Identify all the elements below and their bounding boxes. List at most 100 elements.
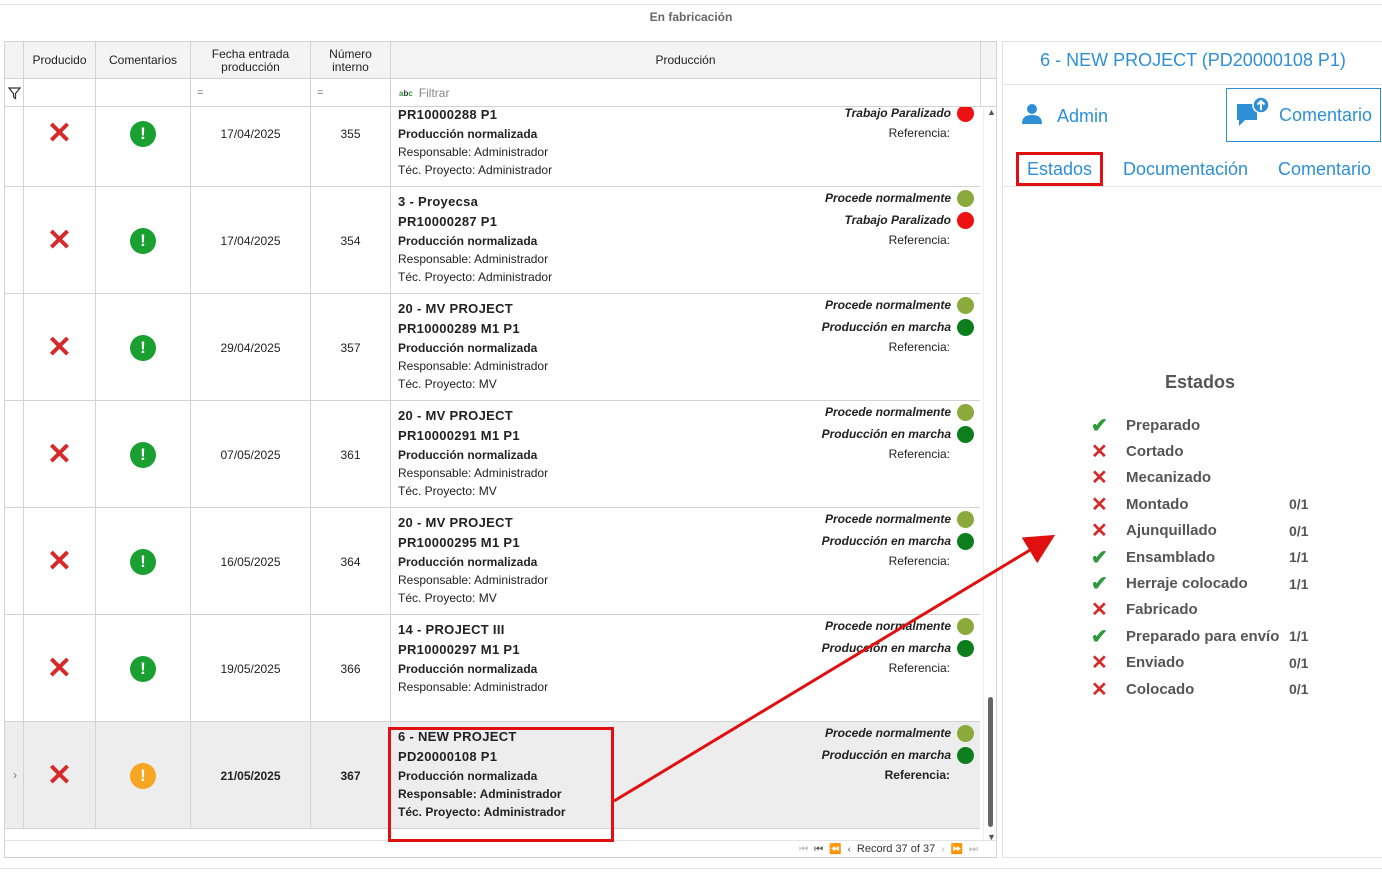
status-2-dot — [957, 639, 974, 657]
table-row[interactable]: ✕ ! 07/05/2025 361 20 - MV PROJECT PR100… — [5, 401, 980, 508]
table-row[interactable]: ✕ ! 17/04/2025 355 8 - A TAFONA PR100002… — [5, 107, 980, 187]
row-indicator[interactable] — [5, 508, 24, 615]
status-2-label: Producción en marcha — [821, 427, 951, 441]
cross-icon: ✕ — [1091, 441, 1108, 464]
project-status: Procede normalmente Trabajo Paralizado R… — [825, 107, 974, 142]
status-1-label: Procede normalmente — [824, 405, 951, 419]
comentarios-cell[interactable]: ! — [96, 615, 191, 722]
column-header-comentarios[interactable]: Comentarios — [96, 42, 191, 79]
row-indicator[interactable] — [5, 401, 24, 508]
pager-first-icon[interactable]: ⏮ — [799, 844, 808, 855]
estado-item: ✔ Preparado para envío 1/1 — [1091, 623, 1331, 649]
table-row[interactable]: ✕ ! 29/04/2025 357 20 - MV PROJECT PR100… — [5, 294, 980, 401]
produccion-cell[interactable]: 20 - MV PROJECT PR10000295 M1 P1 Producc… — [390, 508, 980, 615]
admin-user[interactable]: Admin — [1021, 92, 1108, 140]
tab-estados[interactable]: Estados — [1016, 152, 1104, 186]
status-2-dot — [957, 532, 974, 550]
cross-icon: ✕ — [1091, 493, 1108, 516]
comentarios-cell[interactable]: ! — [96, 722, 191, 829]
table-row[interactable]: ✕ ! 17/04/2025 354 3 - Proyecsa PR100002… — [5, 187, 980, 294]
ok-exclamation-icon[interactable]: ! — [130, 441, 156, 468]
produccion-cell[interactable]: 20 - MV PROJECT PR10000291 M1 P1 Producc… — [390, 401, 980, 508]
column-header-producido[interactable]: Producido — [24, 42, 96, 79]
row-indicator[interactable] — [5, 615, 24, 722]
ok-exclamation-icon[interactable]: ! — [130, 120, 156, 147]
project-info: 3 - Proyecsa PR10000287 P1 Producción no… — [398, 187, 552, 286]
status-line-2: Producción en marcha — [822, 637, 974, 659]
project-title: 20 - MV PROJECT — [398, 408, 514, 423]
not-produced-x-icon: ✕ — [46, 330, 73, 364]
producido-cell: ✕ — [24, 187, 96, 294]
scroll-up-icon[interactable]: ▲ — [987, 107, 996, 117]
status-2-dot — [957, 211, 974, 229]
status-1-label: Procede normalmente — [824, 298, 951, 312]
pager-next-page-icon[interactable]: ⏩ — [951, 844, 963, 855]
estado-count: 0/1 — [1289, 654, 1309, 671]
row-indicator[interactable] — [5, 107, 24, 187]
referencia: Referencia: — [888, 554, 950, 568]
comentarios-cell[interactable]: ! — [96, 401, 191, 508]
estado-name: Preparado para envío — [1126, 627, 1280, 645]
add-comment-button[interactable]: Comentario — [1226, 88, 1381, 142]
scroll-thumb[interactable] — [988, 697, 993, 827]
row-indicator[interactable] — [5, 294, 24, 401]
column-header-produccion[interactable]: Producción — [391, 42, 981, 79]
status-1-dot — [957, 403, 974, 421]
estados-title: Estados — [1164, 372, 1236, 392]
row-indicator[interactable]: › — [5, 722, 24, 829]
table-row[interactable]: ✕ ! 16/05/2025 364 20 - MV PROJECT PR100… — [5, 508, 980, 615]
project-info: 20 - MV PROJECT PR10000289 M1 P1 Producc… — [398, 294, 548, 393]
ok-exclamation-icon[interactable]: ! — [130, 655, 156, 682]
fecha-cell: 29/04/2025 — [191, 294, 311, 401]
project-code: PR10000295 M1 P1 — [398, 535, 520, 550]
column-header-fecha[interactable]: Fecha entrada producción — [191, 42, 311, 79]
tabs-divider — [1003, 186, 1382, 187]
pager-prev-page-icon[interactable]: ⏪ — [829, 844, 841, 855]
table-row[interactable]: ✕ ! 19/05/2025 366 14 - PROJECT III PR10… — [5, 615, 980, 722]
not-produced-x-icon: ✕ — [46, 651, 73, 685]
tecnico-proyecto: Téc. Proyecto: Administrador — [398, 163, 553, 177]
comentarios-cell[interactable]: ! — [96, 107, 191, 187]
tab-comentario[interactable]: Comentario — [1278, 152, 1371, 186]
warning-exclamation-icon[interactable]: ! — [130, 762, 156, 789]
cross-icon: ✕ — [1091, 520, 1108, 543]
row-indicator[interactable] — [5, 187, 24, 294]
check-icon: ✔ — [1091, 573, 1108, 596]
ok-exclamation-icon[interactable]: ! — [130, 548, 156, 575]
filter-comentarios[interactable] — [96, 79, 191, 107]
filter-produccion-input[interactable]: abc Filtrar — [391, 79, 981, 107]
ok-exclamation-icon[interactable]: ! — [130, 227, 156, 254]
produccion-cell[interactable]: 20 - MV PROJECT PR10000289 M1 P1 Producc… — [390, 294, 980, 401]
filter-funnel-icon[interactable] — [5, 79, 24, 107]
produccion-cell[interactable]: 8 - A TAFONA PR10000288 P1 Producción no… — [390, 107, 980, 187]
produccion-cell[interactable]: 3 - Proyecsa PR10000287 P1 Producción no… — [390, 187, 980, 294]
comentarios-cell[interactable]: ! — [96, 187, 191, 294]
vertical-scrollbar[interactable]: ▲ ▼ — [983, 107, 996, 842]
produccion-cell[interactable]: 14 - PROJECT III PR10000297 M1 P1 Produc… — [390, 615, 980, 722]
pager-first-page-icon[interactable]: ⏮ — [814, 844, 823, 855]
production-type: Producción normalizada — [398, 662, 538, 676]
tab-documentacion[interactable]: Documentación — [1123, 152, 1248, 186]
filter-numero[interactable]: = — [311, 79, 391, 107]
comentarios-cell[interactable]: ! — [96, 508, 191, 615]
project-status: Procede normalmente Producción en marcha… — [822, 615, 974, 677]
comentarios-cell[interactable]: ! — [96, 294, 191, 401]
status-2-dot — [957, 318, 974, 336]
column-header-fecha-line1: Fecha entrada — [211, 46, 290, 61]
pager-next-icon[interactable]: › — [941, 844, 944, 855]
panel-tabs: Estados Documentación Comentario — [1003, 152, 1382, 186]
referencia: Referencia: — [888, 340, 950, 354]
status-2-label: Producción en marcha — [821, 534, 951, 548]
ok-exclamation-icon[interactable]: ! — [130, 334, 156, 361]
producido-cell: ✕ — [24, 508, 96, 615]
status-line-2: Trabajo Paralizado — [825, 209, 974, 231]
status-2-dot — [957, 746, 974, 764]
status-line-1: Procede normalmente — [822, 294, 974, 316]
estado-count: 1/1 — [1289, 549, 1309, 566]
column-header-numero[interactable]: Número interno — [311, 42, 391, 79]
pager-prev-icon[interactable]: ‹ — [848, 844, 851, 855]
filter-fecha[interactable]: = — [191, 79, 311, 107]
estado-count: 0/1 — [1289, 681, 1309, 698]
filter-producido[interactable] — [24, 79, 96, 107]
pager-last-icon[interactable]: ⏭ — [969, 844, 978, 855]
